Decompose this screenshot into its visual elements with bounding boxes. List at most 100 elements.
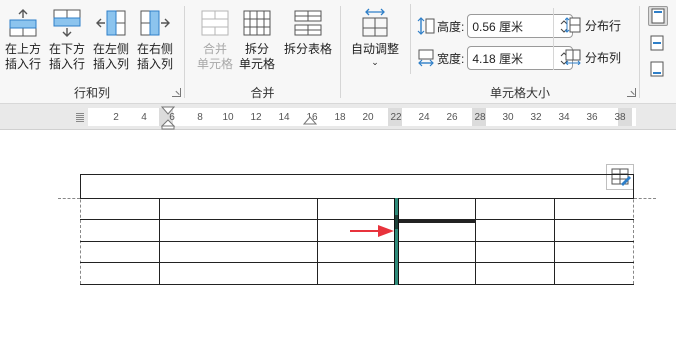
ruler-tick-label: 34 [558,112,570,123]
table-top-border [80,174,634,175]
align-bottom-icon [650,61,664,77]
autofit-button[interactable]: 自动调整 ⌄ [347,6,403,76]
ruler-tick-label: 26 [446,112,458,123]
insert-column-left-label: 在左侧 插入列 [92,42,129,71]
ruler-tick-label: 24 [418,112,430,123]
split-cells-label: 拆分 单元格 [238,42,275,71]
width-row: 宽度: 4.18 厘米 [417,46,574,70]
rows-cols-group-label: 行和列 [73,86,110,100]
table-layout-icon [611,168,631,186]
group-divider [410,4,411,74]
ruler-tick-label: 28 [474,112,486,123]
table-column-border [554,198,555,285]
align-middle-button[interactable] [648,34,668,54]
ruler-tick-label: 32 [530,112,542,123]
insert-row-above-label: 在上方 插入行 [4,42,41,71]
ruler-tick-label: 38 [614,112,626,123]
row-height-icon [417,17,435,35]
rows-cols-dialog-launcher[interactable] [172,88,181,97]
insert-row-below-label: 在下方 插入行 [48,42,85,71]
merge-group: 合并 单元格 拆分 单元格 拆分表格 合并 [185,0,340,104]
ruler-tick-label: 12 [250,112,262,123]
insert-column-right-icon [140,10,170,36]
insert-row-below-button[interactable]: 在下方 插入行 [45,6,89,76]
margin-guide [634,198,656,199]
horizontal-ruler[interactable]: 2 4 6 8 10 12 14 16 18 20 22 24 26 28 30 32 34 36 38 [0,104,676,130]
insert-column-right-label: 在右侧 插入列 [136,42,173,71]
merge-group-label: 合并 [250,86,275,100]
document-page[interactable] [0,131,676,358]
insert-row-below-icon [53,9,81,37]
align-bottom-button[interactable] [648,60,668,80]
ruler-tick-label: 36 [586,112,598,123]
table-layout-button[interactable] [606,164,634,190]
split-table-icon [294,10,322,36]
insert-column-right-button[interactable]: 在右侧 插入列 [133,6,177,76]
table-column-border [159,198,160,285]
insert-row-above-icon [9,9,37,37]
thick-cell-border [399,219,475,223]
width-input[interactable]: 4.18 厘米 [467,46,574,70]
red-arrow-icon [350,225,394,237]
merge-cells-button[interactable]: 合并 单元格 [193,6,237,76]
insert-row-above-button[interactable]: 在上方 插入行 [1,6,45,76]
ruler-tick-label: 22 [390,112,402,123]
ruler-tick-label: 20 [362,112,374,123]
distribute-columns-label: 分布列 [585,50,622,65]
height-label: 高度: [437,19,465,34]
distribute-columns-icon [565,49,581,65]
ruler-tick-label: 4 [141,112,147,123]
width-label: 宽度: [437,51,465,66]
align-top-button[interactable] [648,6,668,26]
group-divider [553,8,554,70]
table-top-edge [80,174,81,198]
split-cells-button[interactable]: 拆分 单元格 [235,6,279,76]
insert-column-left-icon [96,10,126,36]
right-indent-icon[interactable] [303,116,317,128]
autofit-icon [362,8,388,37]
table-row-border [80,241,634,242]
ribbon: 在上方 插入行 在下方 插入行 在左侧 插入列 在右侧 插入列 行和列 合并 单… [0,0,676,104]
insert-column-left-button[interactable]: 在左侧 插入列 [89,6,133,76]
resize-cursor-icon [395,215,399,229]
table-row-border [80,219,634,220]
align-top-icon [651,8,665,24]
table-row-border [80,262,634,263]
ruler-tick-label: 8 [197,112,203,123]
align-middle-icon [650,35,664,51]
table-column-border [317,198,318,285]
ruler-margin-grip[interactable] [76,112,84,122]
table-column-border [475,198,476,285]
height-row: 高度: 0.56 厘米 [417,14,574,38]
rows-cols-group: 在上方 插入行 在下方 插入行 在左侧 插入列 在右侧 插入列 行和列 [0,0,184,104]
table-top-edge [633,174,634,198]
merge-cells-label: 合并 单元格 [196,42,233,71]
column-width-icon [418,49,434,67]
distribute-rows-icon [565,17,581,33]
cell-size-group: 自动调整 ⌄ 高度: 0.56 厘米 宽度: 4.18 厘米 分布行 分布列 单… [341,0,639,104]
autofit-label: 自动调整 [350,42,399,56]
distribute-rows-button[interactable]: 分布行 [565,14,621,36]
first-line-indent-icon[interactable] [161,106,175,130]
split-cells-icon [243,10,271,36]
distribute-columns-button[interactable]: 分布列 [565,46,621,68]
table-row-border [80,198,634,199]
cell-size-group-label: 单元格大小 [489,86,550,100]
ruler-tick-label: 2 [113,112,119,123]
cell-size-dialog-launcher[interactable] [627,88,636,97]
autofit-chevron-icon: ⌄ [371,57,379,67]
split-table-label: 拆分表格 [283,42,332,56]
selected-column-border[interactable] [394,198,399,285]
merge-cells-icon [201,10,229,36]
split-table-button[interactable]: 拆分表格 [281,6,335,76]
group-divider [639,6,640,98]
height-value: 0.56 厘米 [472,19,524,34]
width-value: 4.18 厘米 [472,51,524,66]
ruler-tick-label: 18 [334,112,346,123]
table-row-border [80,284,634,285]
ruler-tick-label: 30 [502,112,514,123]
height-input[interactable]: 0.56 厘米 [467,14,574,38]
ruler-tick-label: 14 [278,112,290,123]
ruler-tick-label: 10 [222,112,234,123]
distribute-rows-label: 分布行 [585,18,622,33]
